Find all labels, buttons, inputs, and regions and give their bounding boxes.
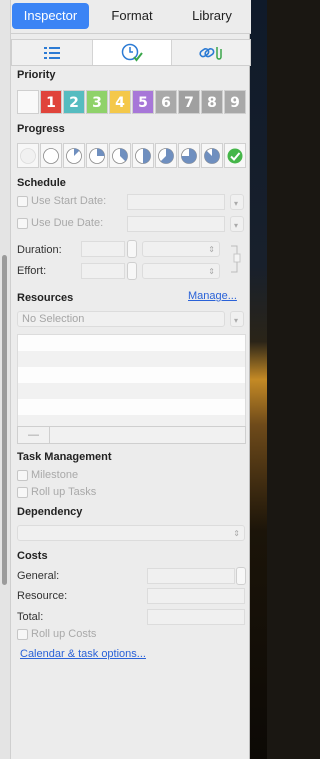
effort-stepper[interactable] bbox=[127, 262, 137, 280]
resource-cost-label: Resource: bbox=[17, 590, 68, 602]
task-management-heading: Task Management bbox=[17, 451, 112, 463]
progress-pie-icon bbox=[112, 147, 128, 164]
use-start-date-label: Use Start Date: bbox=[31, 195, 107, 207]
priority-6[interactable]: 6 bbox=[155, 90, 177, 114]
effort-field[interactable] bbox=[81, 263, 125, 279]
progress-step[interactable] bbox=[109, 143, 131, 168]
progress-step[interactable] bbox=[40, 143, 62, 168]
progress-pie-icon bbox=[89, 147, 105, 164]
resource-cost-field bbox=[147, 588, 245, 604]
manage-resources-link[interactable]: Manage... bbox=[188, 290, 237, 302]
link-bracket-icon bbox=[231, 245, 241, 273]
effort-unit-select[interactable]: ⇕ bbox=[142, 263, 220, 279]
rollup-tasks-label: Roll up Tasks bbox=[31, 486, 97, 498]
general-cost-stepper[interactable] bbox=[236, 567, 246, 585]
progress-step[interactable] bbox=[86, 143, 108, 168]
clock-check-icon bbox=[121, 43, 143, 62]
progress-heading: Progress bbox=[17, 123, 65, 135]
general-cost-label: General: bbox=[17, 570, 60, 582]
calendar-task-options-link[interactable]: Calendar & task options... bbox=[20, 648, 146, 660]
rollup-costs-checkbox[interactable] bbox=[17, 629, 28, 640]
inspector-subtabs bbox=[11, 39, 251, 66]
rollup-tasks-checkbox[interactable] bbox=[17, 487, 28, 498]
progress-pie-icon bbox=[135, 147, 151, 164]
subtab-schedule[interactable] bbox=[92, 40, 172, 65]
priority-7[interactable]: 7 bbox=[178, 90, 200, 114]
resource-list[interactable] bbox=[17, 334, 246, 431]
start-date-field[interactable] bbox=[127, 194, 225, 210]
duration-stepper[interactable] bbox=[127, 240, 137, 258]
rollup-costs-label: Roll up Costs bbox=[31, 628, 97, 640]
priority-4[interactable]: 4 bbox=[109, 90, 131, 114]
link-attachment-icon bbox=[199, 46, 222, 60]
progress-step[interactable] bbox=[201, 143, 223, 168]
subtab-links[interactable] bbox=[172, 40, 250, 65]
inspector-panel: Inspector Format Library Priority 1 2 3 … bbox=[10, 0, 251, 759]
priority-2[interactable]: 2 bbox=[63, 90, 85, 114]
use-start-date-checkbox[interactable] bbox=[17, 196, 28, 207]
priority-1[interactable]: 1 bbox=[40, 90, 62, 114]
list-item[interactable] bbox=[18, 351, 245, 367]
list-item[interactable] bbox=[18, 335, 245, 351]
list-item[interactable] bbox=[18, 367, 245, 383]
priority-picker: 1 2 3 4 5 6 7 8 9 bbox=[17, 90, 246, 114]
progress-step[interactable] bbox=[155, 143, 177, 168]
costs-heading: Costs bbox=[17, 550, 48, 562]
desktop-background bbox=[250, 0, 267, 759]
dependency-select[interactable]: ⇕ bbox=[17, 525, 245, 541]
priority-5[interactable]: 5 bbox=[132, 90, 154, 114]
progress-step[interactable] bbox=[132, 143, 154, 168]
total-cost-label: Total: bbox=[17, 611, 44, 623]
priority-heading: Priority bbox=[17, 69, 56, 81]
duration-field[interactable] bbox=[81, 241, 125, 257]
priority-none[interactable] bbox=[17, 90, 39, 114]
progress-step[interactable] bbox=[224, 143, 246, 168]
tab-inspector[interactable]: Inspector bbox=[12, 3, 89, 29]
scroll-thumb[interactable] bbox=[2, 255, 7, 585]
use-due-date-label: Use Due Date: bbox=[31, 217, 104, 229]
dependency-heading: Dependency bbox=[17, 506, 83, 518]
resource-selection-menu[interactable]: ▾ bbox=[230, 311, 244, 327]
total-cost-field bbox=[147, 609, 245, 625]
progress-pie-icon bbox=[66, 147, 82, 164]
duration-label: Duration: bbox=[17, 244, 62, 256]
progress-pie-icon bbox=[181, 147, 197, 164]
resource-selection-field[interactable]: No Selection bbox=[17, 311, 225, 327]
progress-pie-icon bbox=[204, 147, 220, 164]
start-date-menu[interactable]: ▾ bbox=[230, 194, 244, 210]
list-item[interactable] bbox=[18, 399, 245, 415]
duration-unit-select[interactable]: ⇕ bbox=[142, 241, 220, 257]
progress-picker bbox=[17, 143, 246, 168]
no-progress-icon bbox=[20, 147, 36, 164]
scroll-track[interactable] bbox=[0, 0, 10, 759]
list-icon bbox=[44, 46, 60, 59]
general-cost-field[interactable] bbox=[147, 568, 235, 584]
list-item[interactable] bbox=[18, 383, 245, 399]
tab-format[interactable]: Format bbox=[93, 3, 171, 29]
inspector-tab-bar: Inspector Format Library bbox=[11, 0, 251, 34]
complete-check-icon bbox=[227, 148, 243, 163]
tab-library[interactable]: Library bbox=[174, 3, 250, 29]
progress-pie-icon bbox=[158, 147, 174, 164]
priority-9[interactable]: 9 bbox=[224, 90, 246, 114]
progress-pie-icon bbox=[43, 147, 59, 164]
effort-label: Effort: bbox=[17, 265, 47, 277]
progress-step[interactable] bbox=[178, 143, 200, 168]
due-date-menu[interactable]: ▾ bbox=[230, 216, 244, 232]
milestone-label: Milestone bbox=[31, 469, 79, 481]
progress-step[interactable] bbox=[17, 143, 39, 168]
subtab-outline[interactable] bbox=[12, 40, 92, 65]
resources-heading: Resources bbox=[17, 292, 74, 304]
schedule-heading: Schedule bbox=[17, 177, 66, 189]
due-date-field[interactable] bbox=[127, 216, 225, 232]
progress-step[interactable] bbox=[63, 143, 85, 168]
priority-3[interactable]: 3 bbox=[86, 90, 108, 114]
remove-resource-button[interactable]: — bbox=[18, 427, 50, 443]
use-due-date-checkbox[interactable] bbox=[17, 218, 28, 229]
resource-list-toolbar: — bbox=[17, 426, 246, 444]
milestone-checkbox[interactable] bbox=[17, 470, 28, 481]
priority-8[interactable]: 8 bbox=[201, 90, 223, 114]
